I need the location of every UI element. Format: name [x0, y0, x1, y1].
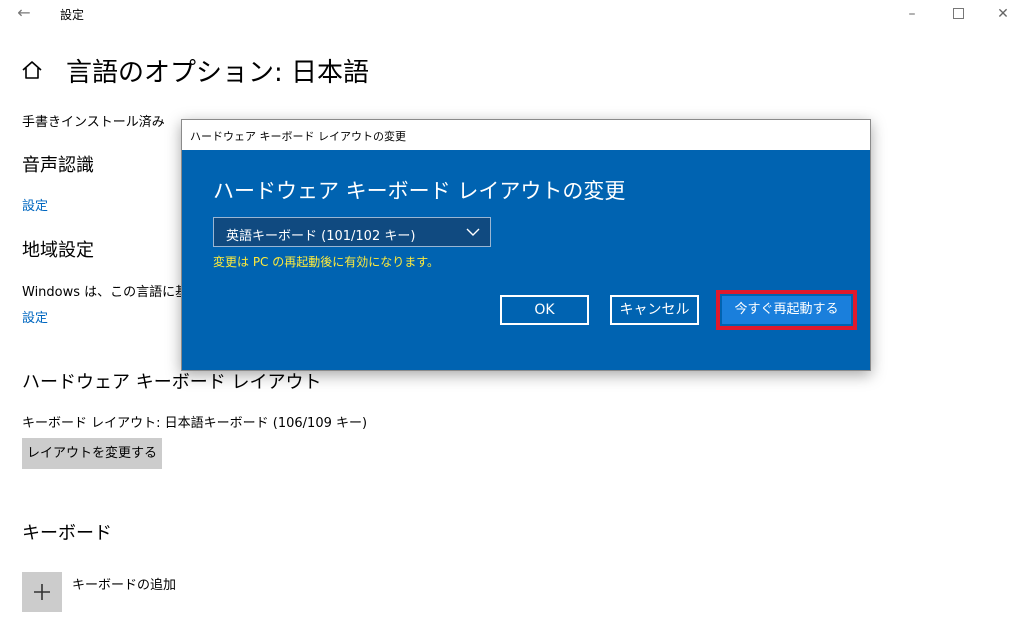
- region-description: Windows は、この言語に基づ: [22, 285, 202, 300]
- dialog-heading: ハードウェア キーボード レイアウトの変更: [213, 179, 626, 203]
- chevron-down-icon: [466, 228, 480, 236]
- maximize-icon[interactable]: [940, 3, 976, 25]
- handwriting-status: 手書きインストール済み: [22, 115, 165, 130]
- dialog-title: ハードウェア キーボード レイアウトの変更: [190, 130, 406, 143]
- keyboard-heading: キーボード: [22, 523, 112, 544]
- add-keyboard-button[interactable]: [22, 572, 62, 612]
- title-bar: ← 設定 – ✕: [0, 0, 1021, 30]
- dialog-title-bar: ハードウェア キーボード レイアウトの変更: [182, 120, 870, 150]
- current-layout-text: キーボード レイアウト: 日本語キーボード (106/109 キー): [22, 416, 368, 431]
- region-settings-link[interactable]: 設定: [22, 307, 48, 326]
- home-icon[interactable]: [20, 58, 44, 82]
- app-title: 設定: [60, 8, 85, 22]
- restart-now-button[interactable]: 今すぐ再起動する: [722, 296, 851, 324]
- ok-button[interactable]: OK: [500, 295, 589, 325]
- hardware-keyboard-heading: ハードウェア キーボード レイアウト: [22, 372, 322, 393]
- region-heading: 地域設定: [22, 240, 94, 261]
- cancel-button[interactable]: キャンセル: [610, 295, 699, 325]
- minimize-icon[interactable]: –: [894, 3, 930, 25]
- speech-settings-link[interactable]: 設定: [22, 195, 48, 214]
- dropdown-selected-value: 英語キーボード (101/102 キー): [226, 229, 416, 244]
- plus-icon: [34, 584, 50, 600]
- page-title: 言語のオプション: 日本語: [66, 58, 370, 88]
- add-keyboard-label[interactable]: キーボードの追加: [72, 574, 176, 593]
- change-layout-button[interactable]: レイアウトを変更する: [22, 438, 162, 469]
- restart-note: 変更は PC の再起動後に有効になります。: [213, 255, 440, 269]
- change-layout-dialog: ハードウェア キーボード レイアウトの変更 ハードウェア キーボード レイアウト…: [181, 119, 871, 371]
- close-icon[interactable]: ✕: [985, 3, 1021, 25]
- speech-heading: 音声認識: [22, 155, 94, 176]
- keyboard-layout-dropdown[interactable]: 英語キーボード (101/102 キー): [213, 217, 491, 247]
- back-arrow-icon[interactable]: ←: [14, 3, 34, 23]
